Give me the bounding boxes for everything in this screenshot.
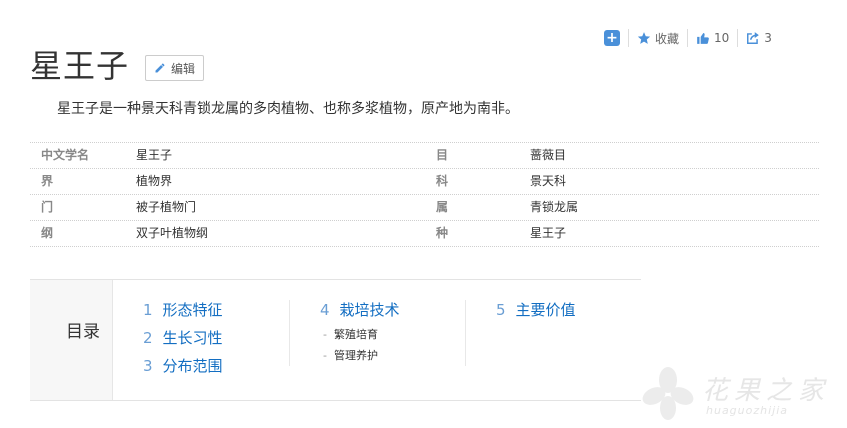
table-row: 纲 双子叶植物纲 种 星王子 <box>30 221 819 247</box>
toc-sublink[interactable]: 管理养护 <box>320 349 400 370</box>
add-button[interactable]: + <box>604 30 620 46</box>
toc-link[interactable]: 2 生长习性 <box>143 328 223 356</box>
share-button[interactable]: 3 <box>746 31 772 45</box>
toolbar-divider <box>687 29 689 47</box>
toc-link[interactable]: 4 栽培技术 <box>320 300 400 328</box>
collect-label: 收藏 <box>655 31 680 46</box>
watermark-logo: 花果之家 huaguozhijia <box>640 364 840 424</box>
toc-number: 5 <box>496 301 506 319</box>
info-key: 界 <box>41 174 54 188</box>
toc-label: 生长习性 <box>162 329 223 347</box>
summary-text: 星王子是一种景天科青锁龙属的多肉植物、也称多浆植物，原产地为南非。 <box>57 101 519 117</box>
toolbar-divider <box>628 29 629 47</box>
star-icon <box>637 32 651 44</box>
toolbar-divider <box>737 29 739 47</box>
toc-number: 1 <box>143 301 153 319</box>
toc-column: 5 主要价值 <box>465 300 576 366</box>
toc-sublink[interactable]: 繁殖培育 <box>320 328 400 349</box>
info-key: 种 <box>436 226 449 240</box>
toc-number: 2 <box>143 329 153 347</box>
info-value: 青锁龙属 <box>530 200 579 214</box>
share-icon <box>747 32 760 44</box>
info-key: 目 <box>436 148 449 162</box>
info-key: 科 <box>436 174 449 188</box>
watermark-text: 花果之家 <box>702 376 831 406</box>
info-value: 景天科 <box>530 174 567 188</box>
table-of-contents: 目录 1 形态特征 2 生长习性 3 分布范围 4 栽培技术 繁殖培育 管理养护 5 主要… <box>30 279 641 401</box>
page-title: 星王子 <box>30 47 130 85</box>
pencil-icon <box>155 63 165 73</box>
info-value: 星王子 <box>136 148 173 162</box>
flower-icon <box>642 367 694 420</box>
like-button[interactable]: 10 <box>696 31 729 45</box>
toc-heading: 目录 <box>66 322 100 342</box>
edit-button[interactable]: 编辑 <box>145 55 204 81</box>
info-value: 星王子 <box>530 226 567 240</box>
share-count: 3 <box>764 31 772 45</box>
toc-header: 目录 <box>30 280 113 400</box>
watermark-subtext: huaguozhijia <box>706 404 789 417</box>
toc-number: 3 <box>143 357 153 375</box>
toc-label: 分布范围 <box>162 357 223 375</box>
info-value: 双子叶植物纲 <box>136 226 209 240</box>
collect-button[interactable]: 收藏 <box>637 30 679 47</box>
edit-label: 编辑 <box>170 61 195 76</box>
info-value: 植物界 <box>136 174 173 188</box>
info-key: 门 <box>41 200 54 214</box>
page-toolbar: + 收藏 10 3 <box>604 29 772 47</box>
toc-link[interactable]: 1 形态特征 <box>143 300 223 328</box>
thumbs-up-icon <box>697 33 709 44</box>
toc-link[interactable]: 3 分布范围 <box>143 356 223 384</box>
like-count: 10 <box>714 31 730 45</box>
info-key: 中文学名 <box>41 148 90 162</box>
toc-column: 1 形态特征 2 生长习性 3 分布范围 <box>143 300 223 384</box>
toc-label: 主要价值 <box>515 301 576 319</box>
toc-column: 4栽培技术 繁殖培育 管理养护 <box>289 300 400 366</box>
table-row: 门 被子植物门 属 青锁龙属 <box>30 195 819 221</box>
info-key: 属 <box>436 200 449 214</box>
toc-label: 栽培技术 <box>339 301 400 319</box>
basic-info-table: 中文学名 星王子 目 蔷薇目 界 植物界 科 景天科 门 被子植物门 属 青锁龙… <box>30 142 819 247</box>
toc-label: 形态特征 <box>162 301 223 319</box>
table-row: 中文学名 星王子 目 蔷薇目 <box>30 142 819 169</box>
table-row: 界 植物界 科 景天科 <box>30 169 819 195</box>
info-value: 蔷薇目 <box>530 148 567 162</box>
info-value: 被子植物门 <box>136 200 197 214</box>
info-key: 纲 <box>41 226 54 240</box>
toc-link[interactable]: 5 主要价值 <box>496 300 576 328</box>
toc-number: 4 <box>320 301 330 319</box>
